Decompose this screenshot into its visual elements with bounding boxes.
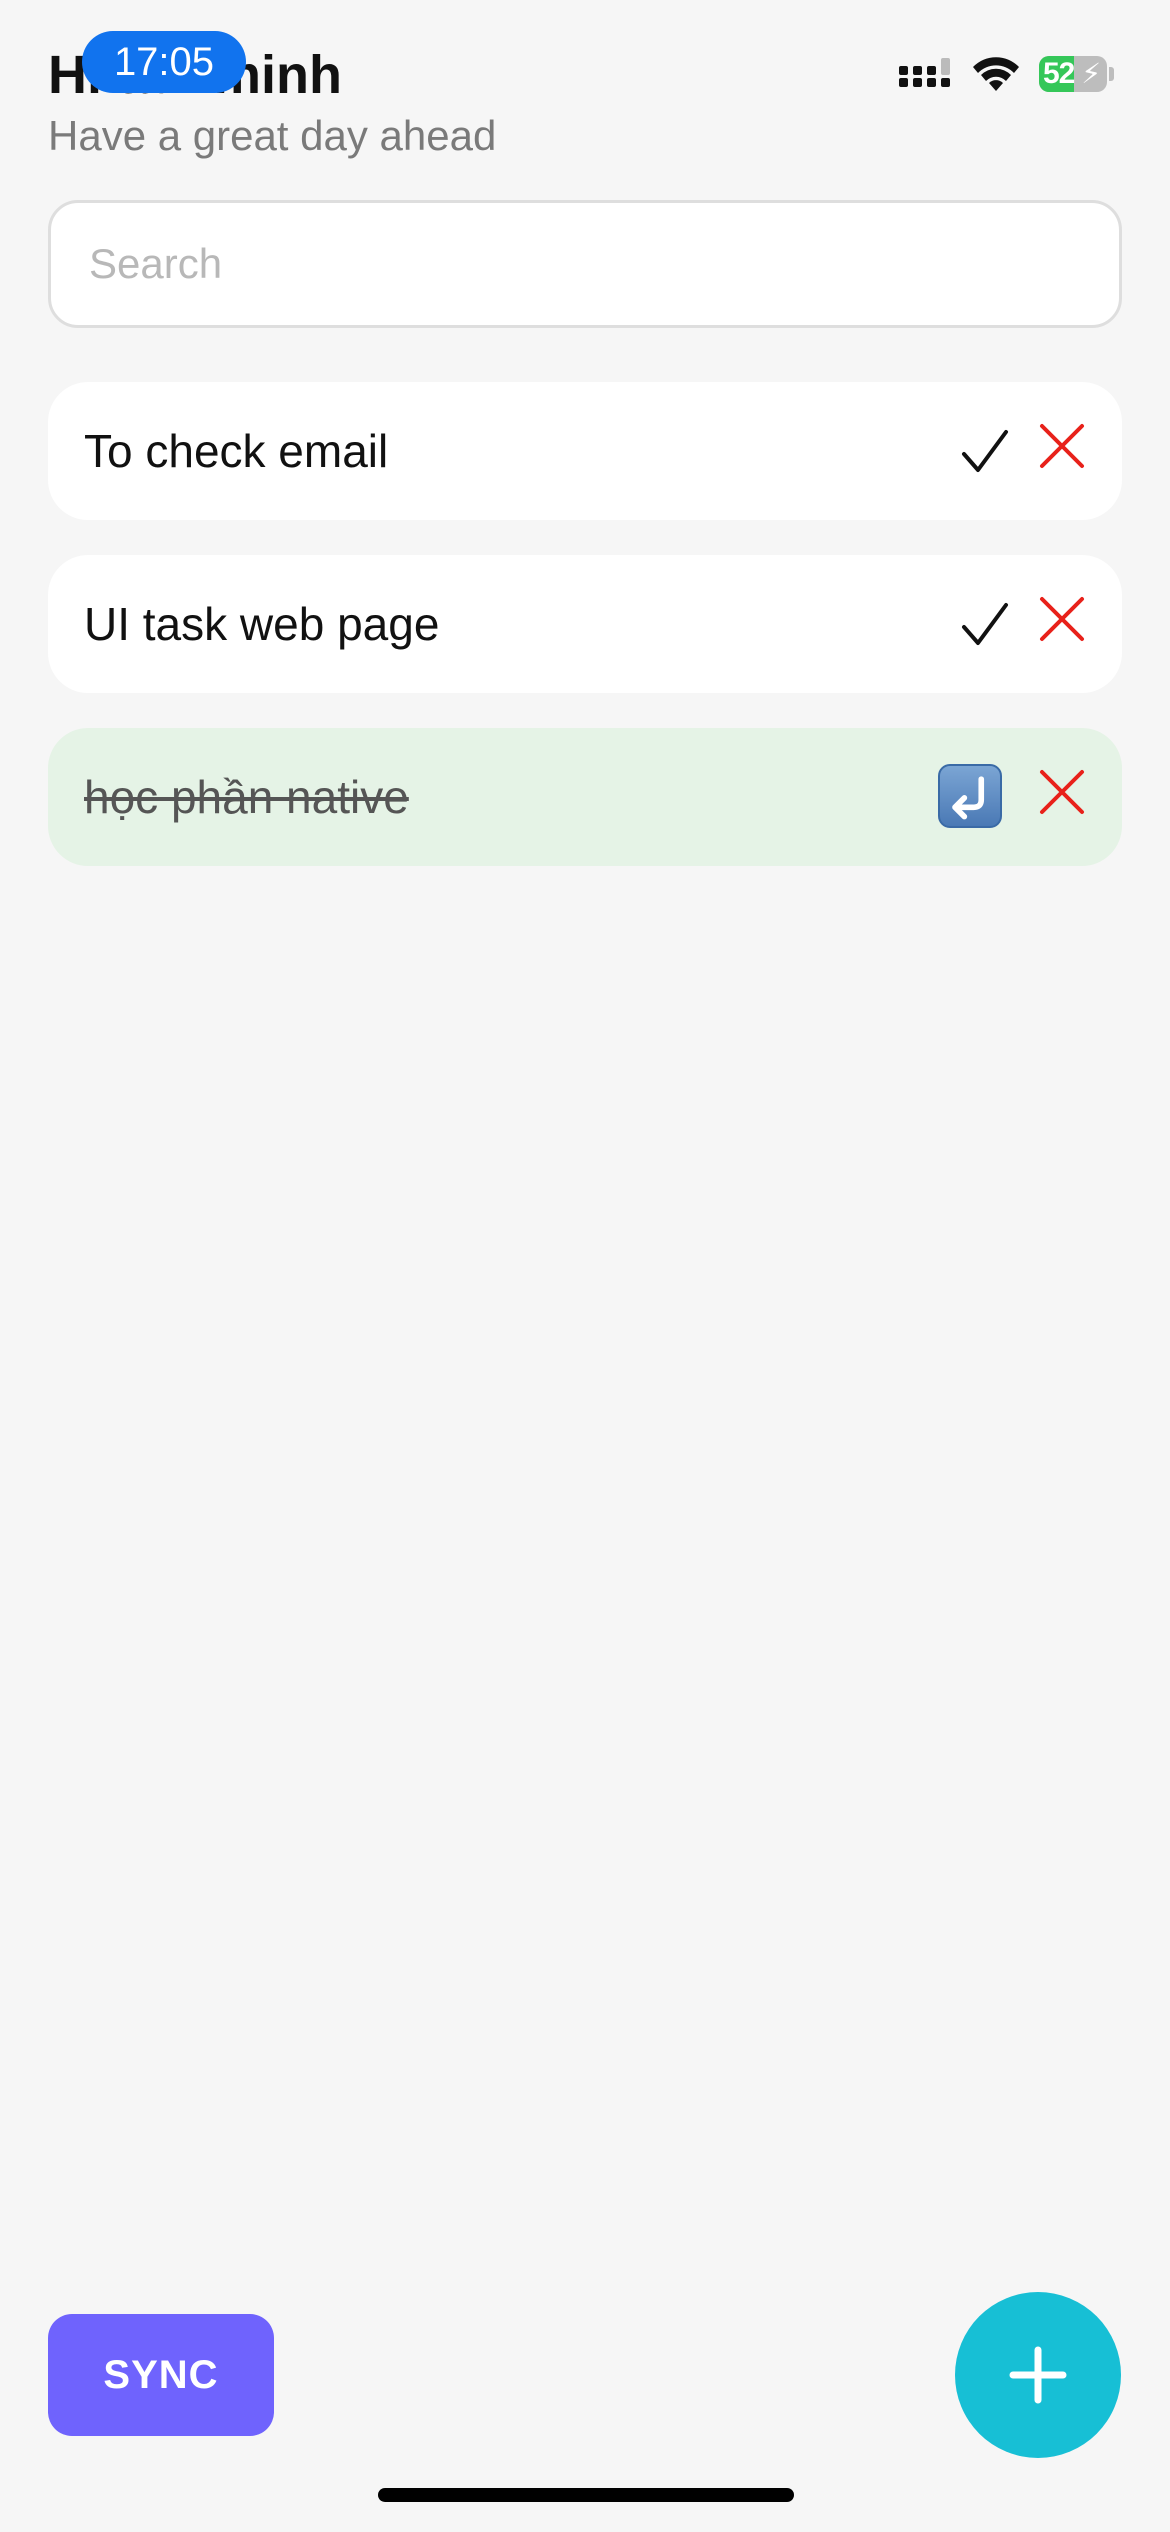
greeting-subtitle: Have a great day ahead bbox=[48, 112, 497, 159]
delete-x-icon[interactable] bbox=[1038, 768, 1086, 816]
task-item-completed[interactable]: học phần native bbox=[48, 728, 1122, 866]
battery-cap bbox=[1109, 67, 1114, 81]
task-label: To check email bbox=[84, 425, 389, 477]
battery-percent: 52 bbox=[1043, 57, 1075, 90]
plus-icon bbox=[1009, 2346, 1067, 2404]
checkmark-icon[interactable] bbox=[958, 424, 1012, 478]
app-screen: 17:05 52 ⚡ Hi tấn minh Have a great day … bbox=[0, 0, 1170, 2532]
task-item[interactable]: To check email bbox=[48, 382, 1122, 520]
home-indicator[interactable] bbox=[378, 2488, 794, 2502]
undo-arrow-icon bbox=[952, 776, 985, 820]
bolt-icon: ⚡ bbox=[1081, 58, 1101, 89]
status-icons: 52 ⚡ bbox=[899, 52, 1114, 96]
task-label: UI task web page bbox=[84, 598, 440, 650]
checkmark-icon[interactable] bbox=[958, 597, 1012, 651]
battery-charging-icon: 52 ⚡ bbox=[1039, 56, 1107, 92]
status-time[interactable]: 17:05 bbox=[82, 31, 246, 93]
task-item[interactable]: UI task web page bbox=[48, 555, 1122, 693]
sync-button[interactable]: SYNC bbox=[48, 2314, 274, 2436]
add-task-button[interactable] bbox=[955, 2292, 1121, 2458]
search-input[interactable] bbox=[48, 200, 1122, 328]
delete-x-icon[interactable] bbox=[1038, 422, 1086, 470]
wifi-icon bbox=[973, 57, 1019, 91]
undo-icon[interactable] bbox=[938, 764, 1002, 828]
signal-icon bbox=[899, 58, 950, 87]
delete-x-icon[interactable] bbox=[1038, 595, 1086, 643]
task-label: học phần native bbox=[84, 771, 409, 823]
